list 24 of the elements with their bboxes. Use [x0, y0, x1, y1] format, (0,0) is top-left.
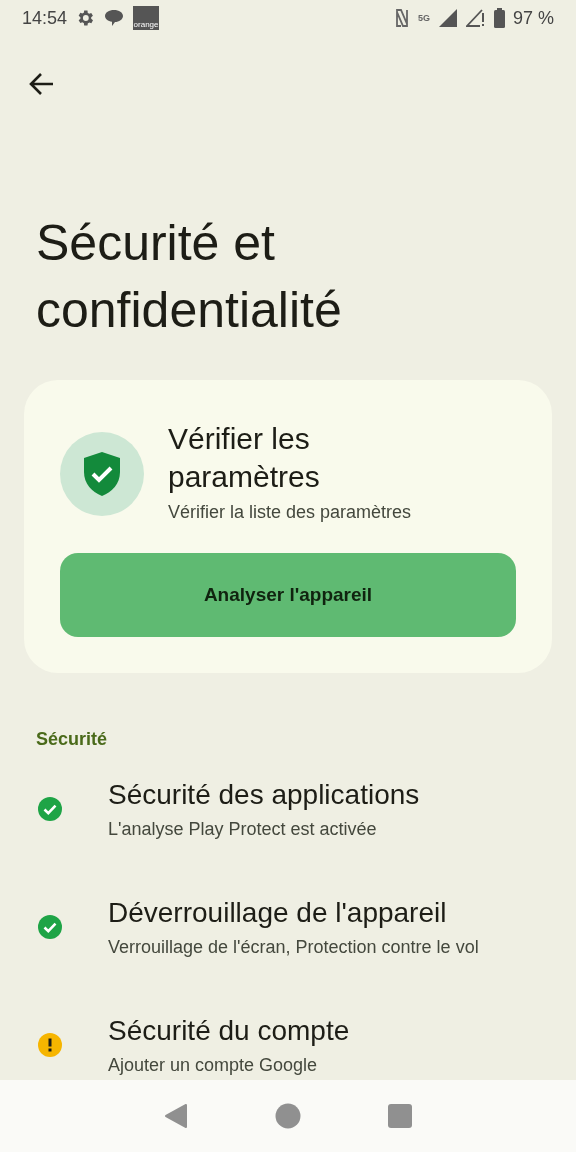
item-title[interactable]: Déverrouillage de l'appareil [108, 896, 479, 929]
card-subtitle: Vérifier la liste des paramètres [168, 502, 412, 523]
page-title: Sécurité et confidentialité [36, 214, 343, 340]
item-subtitle: Ajouter un compte Google [108, 1054, 319, 1076]
signal-alert-icon [465, 8, 486, 28]
card-title: Vérifier les paramètres [168, 421, 321, 495]
recents-button[interactable] [388, 1104, 413, 1128]
signal-icon [437, 8, 458, 28]
nfc-icon [393, 7, 410, 29]
back-arrow-icon [29, 72, 55, 96]
item-title[interactable]: Sécurité des applications [108, 778, 420, 811]
item-title[interactable]: Sécurité du compte [108, 1014, 350, 1047]
item-subtitle: L'analyse Play Protect est activée [108, 818, 378, 840]
back-nav-button[interactable] [163, 1103, 188, 1129]
battery-icon [493, 8, 505, 28]
carrier-logo: orange [133, 6, 160, 30]
item-subtitle: Verrouillage de l'écran, Protection contre le vol [108, 936, 479, 958]
chat-bubble-icon [103, 8, 126, 28]
home-button[interactable] [275, 1103, 301, 1129]
network-type: 5G [417, 13, 430, 23]
clock: 14:54 [22, 7, 68, 29]
section-header: Sécurité [36, 729, 109, 750]
battery-level: 97 % [512, 7, 554, 29]
scan-button[interactable]: Analyser l'appareil [60, 553, 516, 637]
